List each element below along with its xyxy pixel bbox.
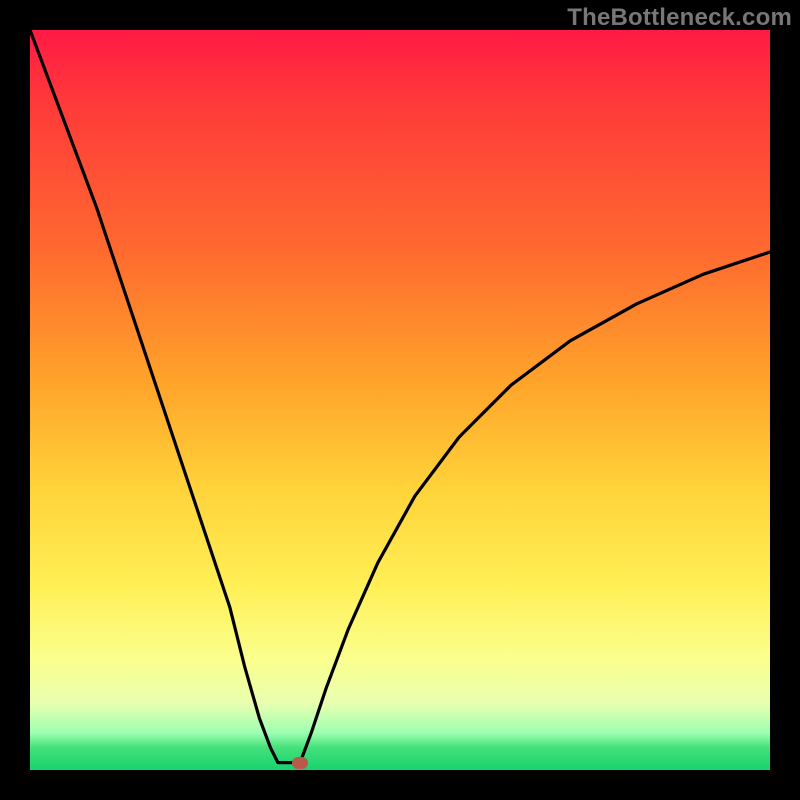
bottleneck-curve xyxy=(30,30,770,770)
watermark-text: TheBottleneck.com xyxy=(567,4,792,32)
chart-stage: TheBottleneck.com xyxy=(0,0,800,800)
curve-path xyxy=(30,30,770,763)
plot-area xyxy=(30,30,770,770)
bottleneck-marker xyxy=(292,757,308,769)
